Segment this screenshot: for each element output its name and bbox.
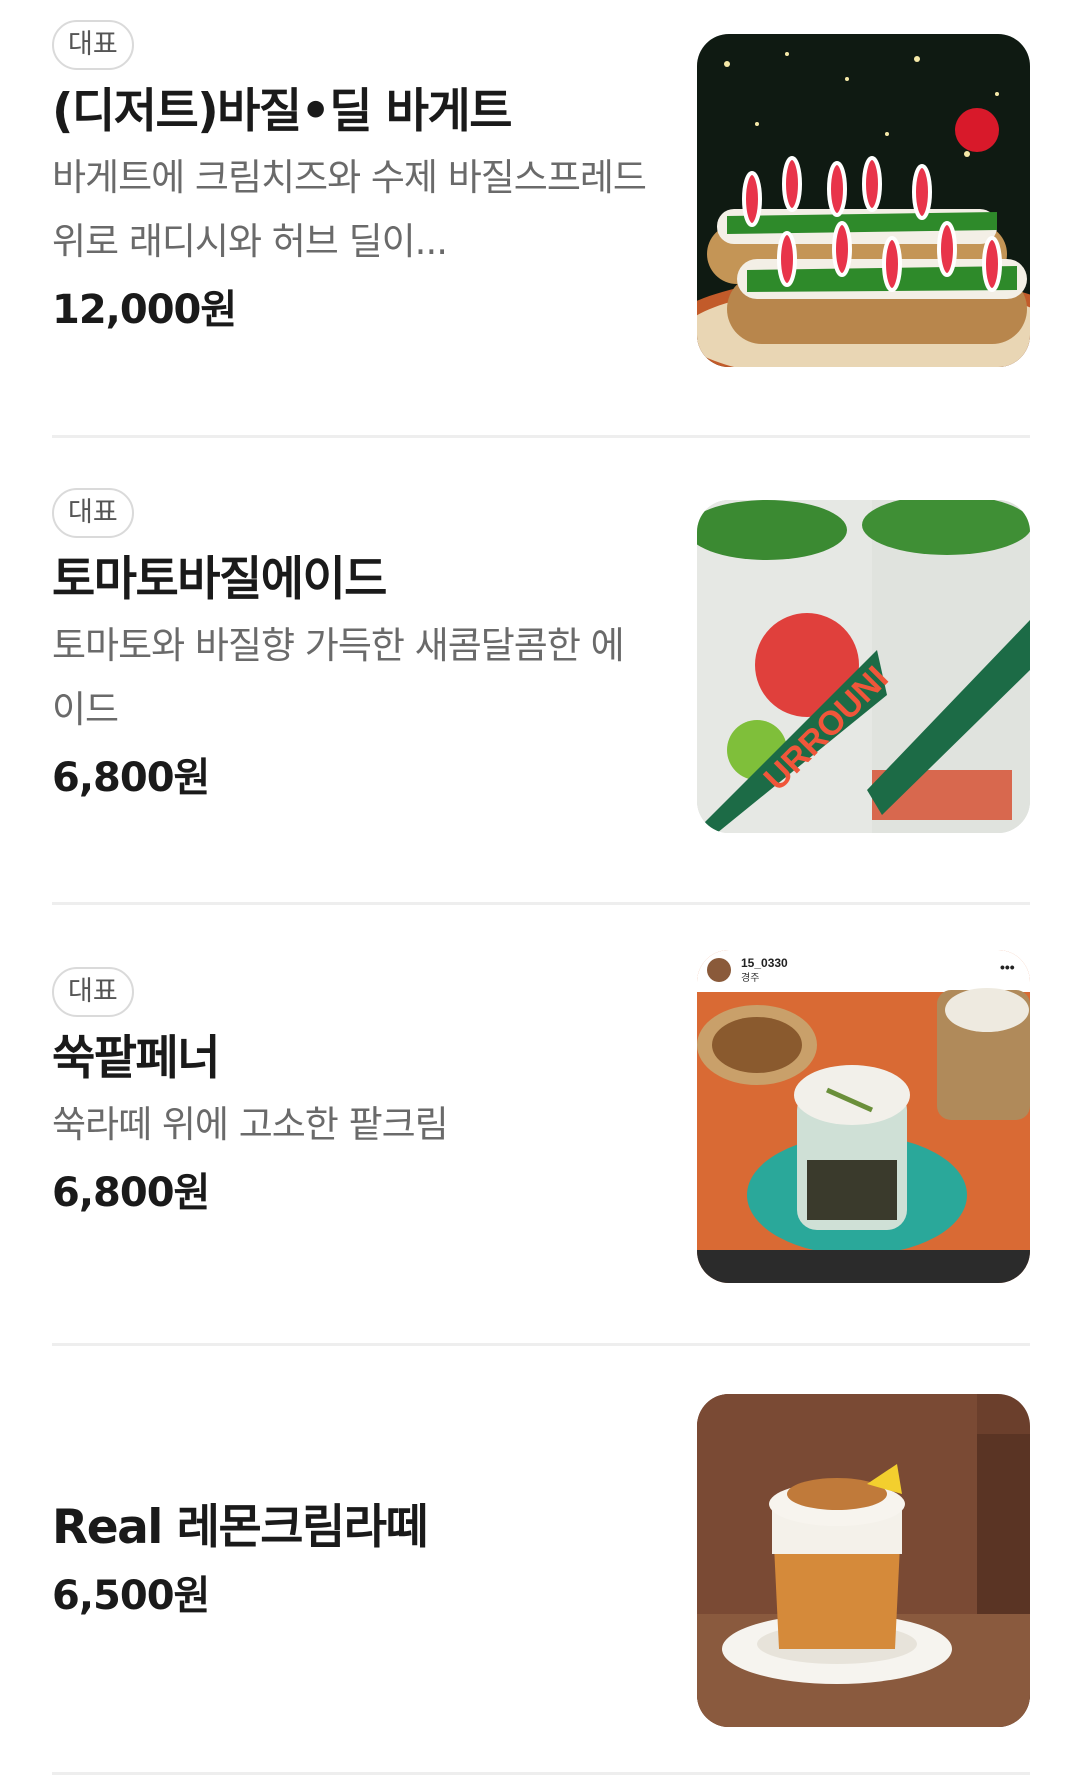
tomato-ade-photo-icon: URROUNI (697, 500, 1030, 833)
menu-list: 대표 (디저트)바질•딜 바게트 바게트에 크림치즈와 수제 바질스프레드위로 … (0, 0, 1080, 1778)
menu-item-name: (디저트)바질•딜 바게트 (52, 84, 513, 139)
menu-item-image[interactable] (697, 34, 1030, 367)
menu-item-name: 토마토바질에이드 (52, 552, 387, 607)
mugwort-drink-photo-icon: 15_0330 경주 ••• (697, 950, 1030, 1283)
post-username: 15_0330 (741, 956, 788, 970)
menu-item-description: 바게트에 크림치즈와 수제 바질스프레드위로 래디시와 허브 딜이... (52, 156, 647, 263)
menu-item-text: 대표 (디저트)바질•딜 바게트 바게트에 크림치즈와 수제 바질스프레드위로 … (52, 20, 652, 342)
menu-item-text: Real 레몬크림라떼 6,500원 (52, 1486, 652, 1628)
menu-item-price: 6,500원 (52, 1573, 210, 1619)
menu-item-text: 대표 쑥팥페너 쑥라떼 위에 고소한 팥크림 6,800원 (52, 967, 652, 1225)
menu-item-mugwort-redbean[interactable]: 대표 쑥팥페너 쑥라떼 위에 고소한 팥크림 6,800원 15_0330 경주… (52, 905, 1030, 1346)
menu-item-image[interactable]: URROUNI (697, 500, 1030, 833)
signature-badge: 대표 (52, 967, 134, 1017)
signature-badge: 대표 (52, 488, 134, 538)
menu-item-description: 토마토와 바질향 가득한 새콤달콤한 에이드 (52, 624, 625, 731)
menu-item-price: 6,800원 (52, 1170, 210, 1216)
signature-badge: 대표 (52, 20, 134, 70)
menu-item-price: 12,000원 (52, 287, 237, 333)
more-dots-icon: ••• (1000, 959, 1015, 975)
menu-item-price: 6,800원 (52, 755, 210, 801)
menu-item-basil-dill-baguette[interactable]: 대표 (디저트)바질•딜 바게트 바게트에 크림치즈와 수제 바질스프레드위로 … (52, 0, 1030, 438)
menu-item-image[interactable]: 15_0330 경주 ••• (697, 950, 1030, 1283)
menu-item-tomato-basil-ade[interactable]: 대표 토마토바질에이드 토마토와 바질향 가득한 새콤달콤한 에이드 6,800… (52, 438, 1030, 905)
lemon-latte-photo-icon (697, 1394, 1030, 1727)
menu-item-name: 쑥팥페너 (52, 1031, 220, 1086)
menu-item-text: 대표 토마토바질에이드 토마토와 바질향 가득한 새콤달콤한 에이드 6,800… (52, 488, 652, 810)
menu-item-lemon-cream-latte[interactable]: Real 레몬크림라떼 6,500원 (52, 1346, 1030, 1775)
menu-item-image[interactable] (697, 1394, 1030, 1727)
baguette-photo-icon (697, 34, 1030, 367)
menu-item-description: 쑥라떼 위에 고소한 팥크림 (52, 1103, 449, 1146)
menu-item-name: Real 레몬크림라떼 (52, 1500, 429, 1555)
post-location: 경주 (741, 971, 759, 984)
